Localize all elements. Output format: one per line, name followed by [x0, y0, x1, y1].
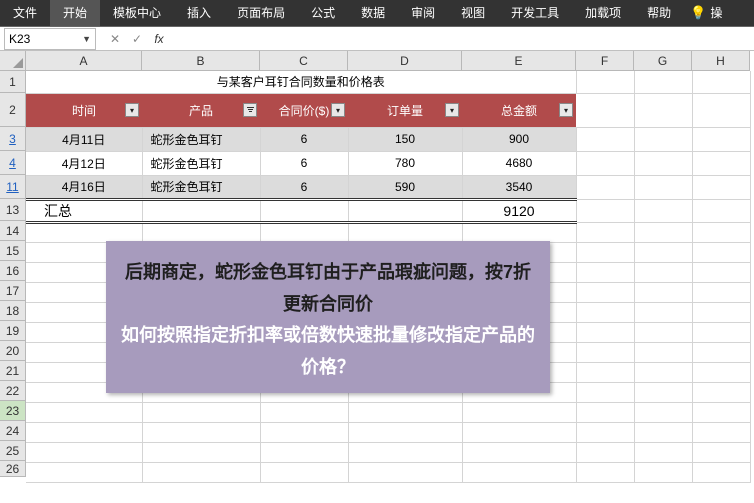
- table-title: 与某客户耳钉合同数量和价格表: [26, 71, 576, 93]
- menu-addins[interactable]: 加载项: [572, 0, 634, 26]
- th-qty: 订单量: [348, 93, 462, 127]
- row-header[interactable]: 4: [0, 151, 26, 175]
- menu-formulas[interactable]: 公式: [298, 0, 348, 26]
- col-header[interactable]: A: [26, 51, 142, 71]
- fx-icon[interactable]: fx: [148, 28, 170, 50]
- menu-review[interactable]: 审阅: [398, 0, 448, 26]
- th-product: 产品: [142, 93, 260, 127]
- col-header[interactable]: H: [692, 51, 750, 71]
- row-header[interactable]: 24: [0, 421, 26, 441]
- col-header[interactable]: B: [142, 51, 260, 71]
- row-header[interactable]: 3: [0, 127, 26, 151]
- menu-file[interactable]: 文件: [0, 0, 50, 26]
- row-header[interactable]: 20: [0, 341, 26, 361]
- table-row[interactable]: 4月16日蛇形金色耳钉65903540: [26, 175, 750, 199]
- row-header[interactable]: 18: [0, 301, 26, 321]
- row-header[interactable]: 26: [0, 461, 26, 477]
- row-header[interactable]: 2: [0, 93, 26, 127]
- filter-active-icon[interactable]: [243, 103, 257, 117]
- chevron-down-icon[interactable]: ▼: [82, 34, 91, 44]
- row-header[interactable]: 16: [0, 261, 26, 281]
- confirm-icon[interactable]: ✓: [126, 28, 148, 50]
- name-box[interactable]: K23 ▼: [4, 28, 96, 50]
- col-header[interactable]: F: [576, 51, 634, 71]
- menu-insert[interactable]: 插入: [174, 0, 224, 26]
- menu-templates[interactable]: 模板中心: [100, 0, 174, 26]
- th-price: 合同价($): [260, 93, 348, 127]
- formula-input[interactable]: [170, 28, 754, 50]
- menu-devtools[interactable]: 开发工具: [498, 0, 572, 26]
- row-header[interactable]: 23: [0, 401, 26, 421]
- cancel-icon[interactable]: ✕: [104, 28, 126, 50]
- menu-help[interactable]: 帮助: [634, 0, 684, 26]
- row-header[interactable]: 14: [0, 221, 26, 241]
- row-headers: 1234111314151617181920212223242526: [0, 71, 26, 477]
- select-all-corner[interactable]: [0, 51, 26, 71]
- name-box-value: K23: [9, 32, 30, 46]
- th-time: 时间: [26, 93, 142, 127]
- th-total: 总金额: [462, 93, 576, 127]
- row-header[interactable]: 1: [0, 71, 26, 93]
- col-header[interactable]: E: [462, 51, 576, 71]
- menu-overflow[interactable]: 操: [706, 0, 726, 26]
- note-line1: 后期商定，蛇形金色耳钉由于产品瑕疵问题，按7折更新合同价: [120, 257, 536, 320]
- row-header[interactable]: 15: [0, 241, 26, 261]
- row-header[interactable]: 19: [0, 321, 26, 341]
- summary-row[interactable]: 汇总9120: [26, 199, 750, 222]
- menu-bar: 文件 开始 模板中心 插入 页面布局 公式 数据 审阅 视图 开发工具 加载项 …: [0, 0, 754, 26]
- note-box: 后期商定，蛇形金色耳钉由于产品瑕疵问题，按7折更新合同价 如何按照指定折扣率或倍…: [106, 241, 550, 393]
- row-header[interactable]: 25: [0, 441, 26, 461]
- menu-view[interactable]: 视图: [448, 0, 498, 26]
- col-header[interactable]: D: [348, 51, 462, 71]
- note-line2: 如何按照指定折扣率或倍数快速批量修改指定产品的价格？: [120, 320, 536, 383]
- menu-home[interactable]: 开始: [50, 0, 100, 26]
- col-header[interactable]: C: [260, 51, 348, 71]
- row-header[interactable]: 17: [0, 281, 26, 301]
- row-header[interactable]: 11: [0, 175, 26, 199]
- lightbulb-icon[interactable]: 💡: [690, 5, 706, 21]
- row-header[interactable]: 21: [0, 361, 26, 381]
- row-header[interactable]: 22: [0, 381, 26, 401]
- menu-pagelayout[interactable]: 页面布局: [224, 0, 298, 26]
- table-row[interactable]: 4月11日蛇形金色耳钉6150900: [26, 127, 750, 151]
- filter-button[interactable]: [559, 103, 573, 117]
- col-header[interactable]: G: [634, 51, 692, 71]
- filter-button[interactable]: [331, 103, 345, 117]
- formula-bar: K23 ▼ ✕ ✓ fx: [0, 27, 754, 51]
- column-headers: A B C D E F G H: [26, 51, 750, 71]
- filter-button[interactable]: [445, 103, 459, 117]
- row-header[interactable]: 13: [0, 199, 26, 221]
- filter-button[interactable]: [125, 103, 139, 117]
- table-row[interactable]: 4月12日蛇形金色耳钉67804680: [26, 151, 750, 175]
- menu-data[interactable]: 数据: [348, 0, 398, 26]
- grid[interactable]: 与某客户耳钉合同数量和价格表 时间 产品 合同价($) 订单量 总金额 4月11…: [26, 71, 751, 483]
